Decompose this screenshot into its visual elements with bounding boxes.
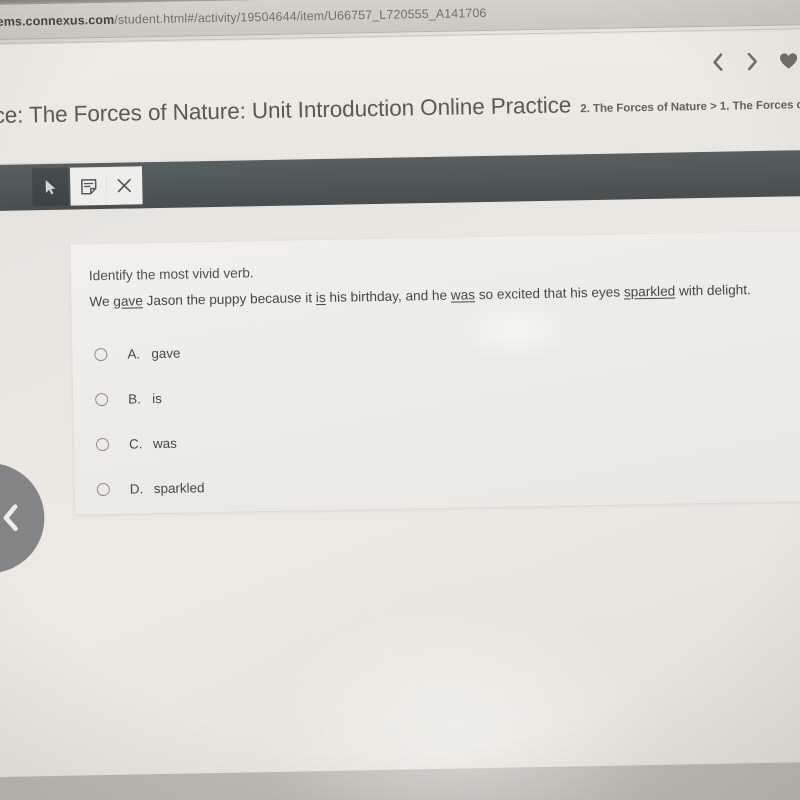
- answer-option[interactable]: A. gave: [94, 330, 202, 377]
- photo-of-screen: ny.ems.connexus.com/student.html#/activi…: [0, 0, 800, 800]
- answer-options-list: A. gave B. is C. was D. sparkled: [94, 330, 205, 512]
- breadcrumb: 2. The Forces of Nature > 1. The Forces …: [580, 98, 800, 116]
- url-domain: ny.ems.connexus.com: [0, 12, 115, 30]
- sentence-text: his birthday, and he: [325, 287, 451, 305]
- sentence-text: We: [89, 293, 114, 310]
- option-text: is: [152, 390, 163, 407]
- radio-button[interactable]: [94, 347, 108, 362]
- app-header: actice: The Forces of Nature: Unit Intro…: [0, 29, 800, 164]
- screen-bottom-bezel: [0, 761, 800, 800]
- next-chevron-icon[interactable]: [744, 51, 761, 72]
- title-row: actice: The Forces of Nature: Unit Intro…: [0, 87, 800, 129]
- url-text: ny.ems.connexus.com/student.html#/activi…: [0, 6, 487, 29]
- option-text: was: [152, 435, 177, 452]
- sentence-text: with delight.: [675, 282, 751, 299]
- annotate-tool-button[interactable]: [69, 166, 107, 206]
- answer-option[interactable]: B. is: [95, 375, 203, 422]
- close-tool-button[interactable]: [105, 166, 143, 205]
- answer-option[interactable]: D. sparkled: [96, 465, 205, 512]
- radio-button[interactable]: [95, 392, 109, 407]
- favorite-heart-icon[interactable]: [779, 51, 798, 70]
- radio-button[interactable]: [95, 437, 110, 452]
- previous-chevron-icon[interactable]: [709, 52, 726, 73]
- underlined-verb: sparkled: [623, 283, 676, 300]
- question-card: Identify the most vivid verb. We gave Ja…: [70, 230, 800, 515]
- option-letter: D.: [129, 481, 144, 497]
- url-path: /student.html#/activity/19504644/item/U6…: [114, 5, 487, 27]
- underlined-verb: gave: [113, 293, 143, 309]
- sticky-note-icon: [80, 178, 97, 195]
- page-title: actice: The Forces of Nature: Unit Intro…: [0, 92, 572, 129]
- question-prompt: Identify the most vivid verb.: [88, 265, 254, 284]
- option-letter: A.: [127, 346, 141, 362]
- option-letter: C.: [128, 436, 143, 452]
- sentence-text: so excited that his eyes: [474, 284, 625, 303]
- header-nav-icons: [709, 50, 798, 73]
- answer-option[interactable]: C. was: [95, 420, 204, 467]
- back-chevron-icon: [0, 503, 22, 533]
- option-letter: B.: [128, 391, 141, 407]
- sentence-text: Jason the puppy because it: [142, 290, 316, 309]
- close-icon: [116, 177, 132, 193]
- back-button[interactable]: [0, 462, 46, 575]
- monitor-screen: ny.ems.connexus.com/student.html#/activi…: [0, 0, 800, 800]
- underlined-verb: was: [450, 287, 476, 303]
- option-text: gave: [151, 345, 181, 362]
- option-text: sparkled: [153, 480, 205, 497]
- radio-button[interactable]: [96, 482, 110, 497]
- question-sentence: We gave Jason the puppy because it is hi…: [89, 282, 751, 309]
- cursor-arrow-icon: [44, 178, 57, 195]
- pointer-tool-button[interactable]: [31, 167, 69, 207]
